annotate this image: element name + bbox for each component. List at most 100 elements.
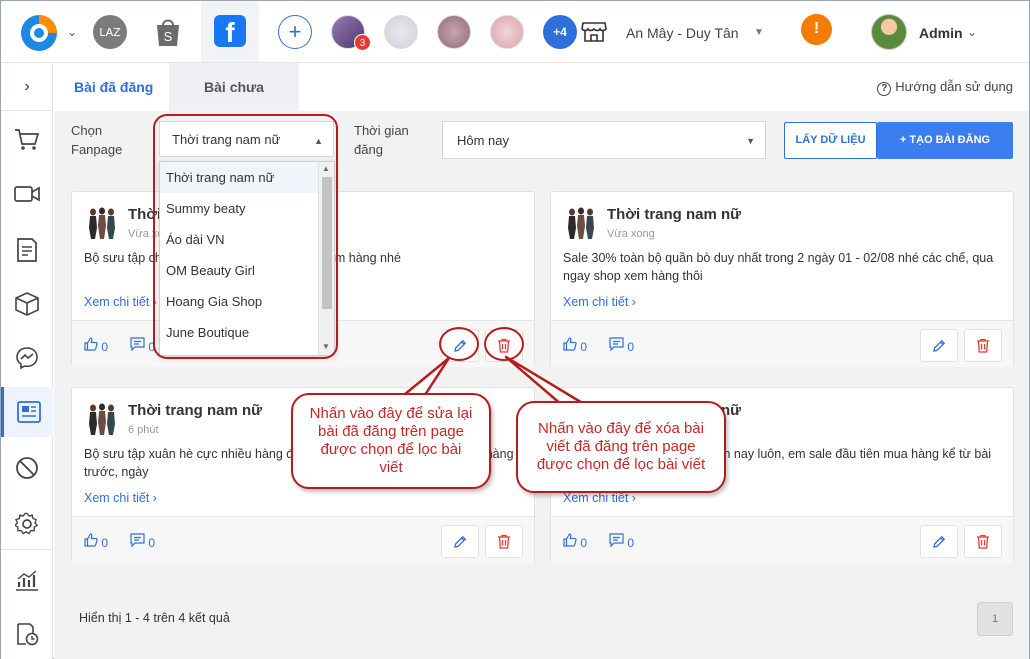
post-footer: 0 0 [551,516,1013,563]
annotation-callout-edit: Nhấn vào đây để sửa lại bài đã đăng trên… [291,393,491,489]
thumbs-up-icon [563,337,577,351]
thumbs-up-icon [563,533,577,547]
annotation-highlight-fanpage [153,114,338,359]
edit-post-button[interactable] [920,329,958,362]
create-post-button[interactable]: + TẠO BÀI ĐĂNG [877,122,1013,159]
page-avatar-2[interactable] [384,15,418,49]
annotation-circle-edit [439,327,479,361]
tab-published[interactable]: Bài đã đăng [54,63,174,111]
post-title: Thời trang nam nữ [128,402,263,419]
sidebar: › [1,63,53,659]
annotation-circle-delete [484,327,524,361]
chart-icon [16,570,38,591]
caret-down-icon[interactable]: ▼ [754,27,764,38]
cart-icon [15,129,40,150]
comment-icon [130,337,145,352]
warning-icon[interactable]: ! [801,14,832,45]
delete-post-button[interactable] [964,525,1002,558]
plus-icon: + [899,134,910,146]
time-label: Thời gian đăng [354,123,409,157]
view-details-link[interactable]: Xem chi tiết › [563,295,636,309]
like-count[interactable]: 0 [563,337,587,354]
annotation-callout-delete: Nhấn vào đây để xóa bài viết đã đăng trê… [516,401,726,493]
sidebar-item-messenger[interactable] [1,333,53,383]
delete-post-button[interactable] [964,329,1002,362]
edit-post-button[interactable] [920,525,958,558]
view-details-link[interactable]: Xem chi tiết › [84,295,157,309]
like-count[interactable]: 0 [84,337,108,354]
help-link[interactable]: ? Hướng dẫn sử dụng [877,79,1013,96]
page-number-button[interactable]: 1 [977,602,1013,636]
edit-post-button[interactable] [441,525,479,558]
channel-facebook-active[interactable]: f [201,1,259,62]
time-selected-value: Hôm nay [457,133,510,148]
fetch-data-button[interactable]: LẤY DỮ LIỆU [784,122,877,159]
channel-shopee[interactable]: S [151,15,185,49]
facebook-icon: f [214,15,246,48]
post-text: Sale 30% toàn bộ quần bò duy nhất trong … [563,251,994,283]
sidebar-item-cart[interactable] [1,115,53,165]
post-card-2: Thời trang nam nữ Vừa xong Sale 30% toàn… [550,191,1014,367]
page-avatar-4[interactable] [490,15,524,49]
box-icon [15,292,39,316]
comment-count[interactable]: 0 [130,337,155,354]
sidebar-item-settings[interactable] [1,499,53,549]
video-icon [14,186,40,202]
comment-icon [609,337,624,352]
caret-down-icon: ▼ [746,136,755,146]
comment-count[interactable]: 0 [130,533,155,550]
shopping-bag-icon: S [157,19,179,46]
store-icon [581,22,607,42]
shop-selector[interactable]: An Mây - Duy Tân [626,25,739,41]
sidebar-item-history[interactable] [1,609,53,659]
time-select[interactable]: Hôm nay ▼ [442,121,766,159]
notification-badge: 3 [354,34,371,51]
chevron-down-icon[interactable]: ⌄ [967,25,977,39]
post-thumbnail [563,204,599,240]
user-name[interactable]: Admin [919,25,963,41]
tab-unpublished[interactable]: Bài chưa đăng [169,63,299,143]
like-count[interactable]: 0 [563,533,587,550]
sidebar-item-box[interactable] [1,279,53,329]
post-thumbnail [84,204,120,240]
channel-lazada[interactable]: LAZ [93,15,127,49]
pencil-icon [454,535,467,548]
post-footer: 0 0 [72,516,534,563]
more-pages-button[interactable]: +4 [543,15,577,49]
post-thumbnail [84,400,120,436]
results-summary: Hiển thị 1 - 4 trên 4 kết quả [79,611,230,625]
trash-icon [977,338,989,353]
sidebar-item-blocked[interactable] [1,443,53,493]
view-details-link[interactable]: Xem chi tiết › [84,491,157,505]
like-count[interactable]: 0 [84,533,108,550]
page-avatar-3[interactable] [437,15,471,49]
comment-count[interactable]: 0 [609,533,634,550]
trash-icon [498,534,510,549]
messenger-icon [16,347,38,370]
add-page-button[interactable]: + [278,15,312,49]
help-label: Hướng dẫn sử dụng [895,79,1013,94]
fanpage-label: Chọn Fanpage [71,123,123,157]
comment-icon [609,533,624,548]
thumbs-up-icon [84,337,98,351]
view-details-link[interactable]: Xem chi tiết › [563,491,636,505]
sidebar-toggle[interactable]: › [1,63,53,111]
sidebar-item-reports[interactable] [1,555,53,605]
app-logo[interactable] [19,13,59,53]
post-time: Vừa xong [607,228,655,240]
pencil-icon [933,535,946,548]
sidebar-item-document[interactable] [1,225,53,275]
create-post-label: TẠO BÀI ĐĂNG [909,134,991,146]
gear-icon [15,512,39,535]
delete-post-button[interactable] [485,525,523,558]
trash-icon [977,534,989,549]
sidebar-item-posts[interactable] [1,387,53,437]
top-bar: ⌄ LAZ S f + 3 +4 An Mây - Duy Tân ▼ ! Ad… [1,1,1029,63]
comment-count[interactable]: 0 [609,337,634,354]
user-avatar[interactable] [871,14,907,50]
pencil-icon [933,339,946,352]
chevron-down-icon[interactable]: ⌄ [67,25,77,39]
tab-bar: Bài đã đăng Bài chưa đăng ?Hướng dẫn sử … [54,63,1029,143]
sidebar-item-video[interactable] [1,169,53,219]
thumbs-up-icon [84,533,98,547]
